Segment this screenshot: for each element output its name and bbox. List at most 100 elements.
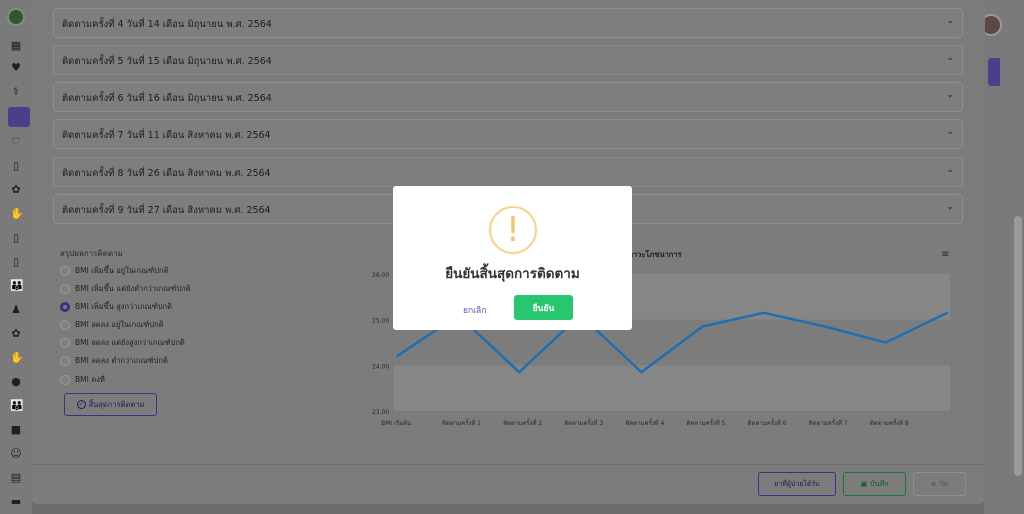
square-icon[interactable]: ■ (10, 424, 22, 436)
close-button-label: ปิด (939, 479, 949, 488)
summary-option[interactable]: BMI ลดลง อยู่ในเกณฑ์ปกติ (60, 319, 163, 331)
pill-icon[interactable]: ● (10, 376, 22, 388)
y-tick-label: 24.00 (372, 363, 389, 370)
grid-icon[interactable]: ▦ (10, 40, 22, 52)
radio-button[interactable] (60, 266, 70, 276)
data-point[interactable] (884, 341, 887, 344)
x-tick-label: ติดตามครั้งที่ 5 (686, 417, 725, 427)
save-button[interactable]: ▣ บันทึก (843, 472, 906, 496)
list-icon[interactable]: ▤ (10, 472, 22, 484)
phone-icon[interactable]: ▯ (10, 160, 22, 172)
confirm-dialog: ! ยืนยันสิ้นสุดการติดตาม ยกเลิก ยืนยัน (393, 186, 632, 330)
option-label: BMI ลดลง แต่ยังสูงกว่าเกณฑ์ปกติ (75, 338, 185, 347)
side-tab[interactable] (988, 58, 1000, 86)
accordion-label: ติดตามครั้งที่ 6 วันที่ 16 เดือน มิถุนาย… (62, 93, 272, 104)
hand-icon[interactable]: ✋ (10, 352, 24, 364)
summary-option[interactable]: BMI เพิ่มขึ้น สูงกว่าเกณฑ์ปกติ (60, 301, 172, 313)
option-label: BMI เพิ่มขึ้น อยู่ในเกณฑ์ปกติ (75, 266, 169, 275)
chevron-down-icon: ⌄ (946, 165, 954, 175)
footer-divider (31, 464, 985, 465)
chevron-down-icon: ⌄ (946, 16, 954, 26)
accordion-item[interactable]: ติดตามครั้งที่ 8 วันที่ 26 เดือน สิงหาคม… (53, 157, 963, 187)
data-point[interactable] (518, 371, 521, 374)
x-tick-label: BMI เริ่มต้น (381, 419, 411, 427)
device-icon[interactable]: ▯ (10, 256, 22, 268)
summary-option[interactable]: BMI ลดลง แต่ยังสูงกว่าเกณฑ์ปกติ (60, 337, 185, 349)
drug-button-label: ยาที่ผู้ป่วยได้รับ (774, 479, 820, 488)
app-logo[interactable] (7, 8, 25, 26)
data-point[interactable] (946, 311, 948, 314)
person-icon[interactable]: ♟ (10, 304, 22, 316)
radio-button[interactable] (60, 284, 70, 294)
confirm-button[interactable]: ยืนยัน (514, 295, 573, 320)
mobile-icon[interactable]: ▯ (10, 232, 22, 244)
radio-button[interactable] (60, 375, 70, 385)
warning-icon: ! (489, 206, 537, 254)
summary-option[interactable]: BMI ลดลง ต่ำกว่าเกณฑ์ปกติ (60, 355, 168, 367)
x-tick-label: ติดตามครั้งที่ 6 (748, 417, 787, 427)
x-tick-label: ติดตามครั้งที่ 8 (870, 417, 909, 427)
summary-title: สรุปผลการติดตาม (60, 249, 123, 258)
hands-icon[interactable]: ✋ (10, 208, 24, 220)
cancel-button[interactable]: ยกเลิก (463, 303, 486, 317)
option-label: BMI เพิ่มขึ้น แต่ยังต่ำกว่าเกณฑ์ปกติ (75, 284, 191, 293)
right-app-strip (980, 0, 1024, 514)
y-tick-label: 25.00 (372, 318, 389, 325)
accordion-label: ติดตามครั้งที่ 5 วันที่ 15 เดือน มิถุนาย… (62, 56, 272, 67)
radio-button-selected[interactable] (60, 302, 70, 312)
radio-button[interactable] (60, 320, 70, 330)
close-button[interactable]: ⊗ ปิด (913, 472, 966, 496)
active-nav-highlight (8, 107, 30, 127)
drug-received-button[interactable]: ยาที่ผู้ป่วยได้รับ (758, 472, 836, 496)
summary-option[interactable]: BMI เพิ่มขึ้น แต่ยังต่ำกว่าเกณฑ์ปกติ (60, 283, 191, 295)
accordion-label: ติดตามครั้งที่ 9 วันที่ 27 เดือน สิงหาคม… (62, 205, 271, 216)
x-tick-label: ติดตามครั้งที่ 2 (503, 417, 542, 427)
accordion-item[interactable]: ติดตามครั้งที่ 6 วันที่ 16 เดือน มิถุนาย… (53, 82, 963, 112)
chevron-down-icon: ⌄ (946, 90, 954, 100)
data-point[interactable] (762, 311, 765, 314)
summary-option[interactable]: BMI คงที่ (60, 374, 105, 386)
data-point[interactable] (701, 325, 704, 328)
chevron-down-icon: ⌄ (946, 202, 954, 212)
data-point[interactable] (396, 355, 398, 358)
family-icon[interactable]: 👪 (10, 280, 24, 292)
end-button-label: สิ้นสุดการติดตาม (88, 399, 145, 409)
option-label: BMI เพิ่มขึ้น สูงกว่าเกณฑ์ปกติ (75, 302, 172, 311)
scrollbar[interactable] (1014, 216, 1022, 476)
x-tick-label: ติดตามครั้งที่ 1 (442, 417, 481, 427)
group-icon[interactable]: 👪 (10, 400, 24, 412)
accordion-item[interactable]: ติดตามครั้งที่ 4 วันที่ 14 เดือน มิถุนาย… (53, 8, 963, 38)
data-point[interactable] (640, 371, 643, 374)
save-icon: ▣ (860, 480, 868, 488)
heart-outline-icon[interactable]: ♡ (10, 136, 22, 148)
check-circle-icon: ✓ (76, 400, 86, 409)
x-tick-label: ติดตามครั้งที่ 7 (809, 417, 848, 427)
accordion-item[interactable]: ติดตามครั้งที่ 5 วันที่ 15 เดือน มิถุนาย… (53, 45, 963, 75)
y-tick-label: 23.00 (372, 409, 389, 416)
end-follow-up-button[interactable]: ✓ สิ้นสุดการติดตาม (64, 393, 157, 416)
option-label: BMI ลดลง ต่ำกว่าเกณฑ์ปกติ (75, 356, 168, 365)
accordion-item[interactable]: ติดตามครั้งที่ 7 วันที่ 11 เดือน สิงหาคม… (53, 119, 963, 149)
radio-button[interactable] (60, 356, 70, 366)
option-label: BMI ลดลง อยู่ในเกณฑ์ปกติ (75, 320, 164, 329)
summary-option[interactable]: BMI เพิ่มขึ้น อยู่ในเกณฑ์ปกติ (60, 265, 168, 277)
option-label: BMI คงที่ (75, 375, 105, 384)
x-tick-label: ติดตามครั้งที่ 3 (564, 417, 603, 427)
stethoscope-icon[interactable]: ⚕ (10, 86, 22, 98)
radio-button[interactable] (60, 338, 70, 348)
accordion-label: ติดตามครั้งที่ 8 วันที่ 26 เดือน สิงหาคม… (62, 168, 271, 179)
chart-band (394, 365, 950, 411)
accordion-label: ติดตามครั้งที่ 4 วันที่ 14 เดือน มิถุนาย… (62, 19, 272, 30)
hamburger-menu-icon[interactable]: ≡ (941, 249, 949, 260)
close-icon: ⊗ (930, 480, 937, 488)
dialog-title: ยืนยันสิ้นสุดการติดตาม (445, 266, 580, 282)
bed-icon[interactable]: ▬ (10, 496, 22, 508)
data-point[interactable] (823, 325, 826, 328)
support-icon[interactable]: ✿ (10, 328, 22, 340)
x-tick-label: ติดตามครั้งที่ 4 (625, 417, 664, 427)
baby-icon[interactable]: ☺ (10, 448, 22, 460)
save-button-label: บันทึก (870, 479, 889, 488)
chevron-down-icon: ⌄ (946, 53, 954, 63)
heart-icon[interactable]: ♥ (10, 62, 22, 74)
care-icon[interactable]: ✿ (10, 184, 22, 196)
